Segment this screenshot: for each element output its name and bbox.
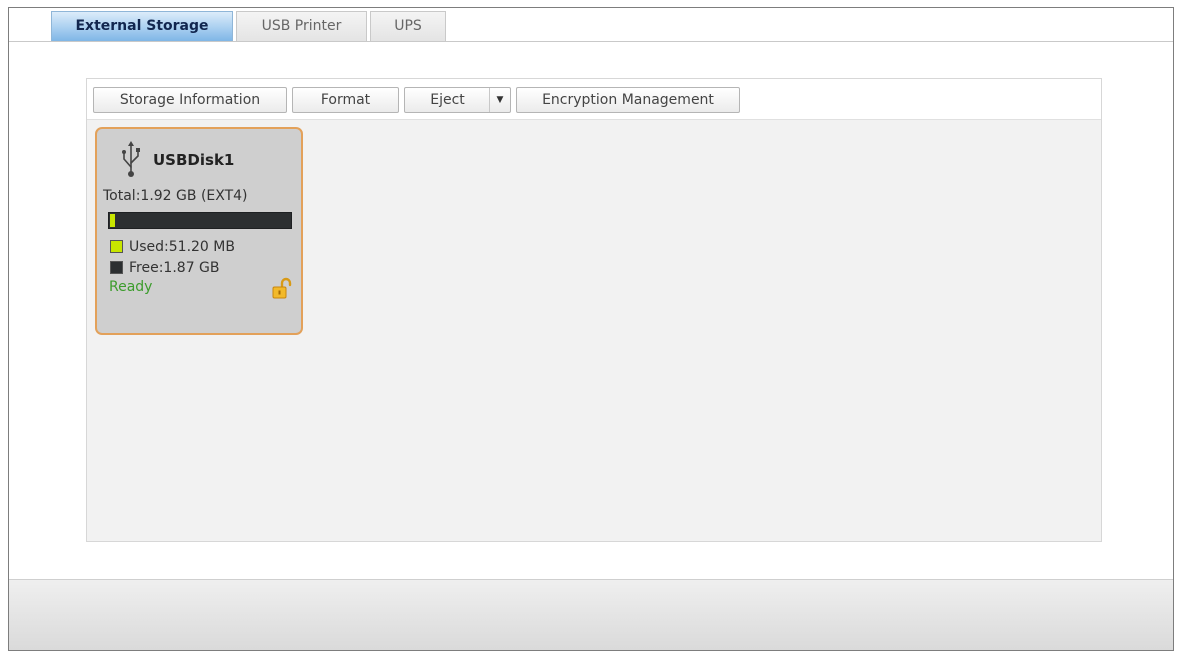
toolbar: Storage Information Format Eject ▼ Encry… xyxy=(87,79,1101,120)
disk-total: Total:1.92 GB (EXT4) xyxy=(103,188,248,204)
used-swatch xyxy=(110,240,123,253)
external-device-window: External Storage USB Printer UPS Storage… xyxy=(8,7,1174,651)
eject-label: Eject xyxy=(430,92,465,108)
usage-bar-used xyxy=(110,214,115,227)
dropdown-arrow-icon[interactable]: ▼ xyxy=(489,88,510,112)
tab-ups[interactable]: UPS xyxy=(370,11,446,41)
usage-bar xyxy=(108,212,292,229)
disk-card[interactable]: USBDisk1 Total:1.92 GB (EXT4) Used:51.20… xyxy=(95,127,303,335)
footer-bar xyxy=(9,579,1173,650)
storage-panel: Storage Information Format Eject ▼ Encry… xyxy=(86,78,1102,542)
unlocked-padlock-icon xyxy=(272,277,292,299)
legend-used: Used:51.20 MB xyxy=(110,238,235,256)
encryption-management-button[interactable]: Encryption Management xyxy=(516,87,740,113)
tab-bar: External Storage USB Printer UPS xyxy=(9,8,1173,42)
disk-name: USBDisk1 xyxy=(153,151,235,169)
used-label: Used:51.20 MB xyxy=(129,239,235,255)
eject-button[interactable]: Eject ▼ xyxy=(404,87,511,113)
tab-usb-printer[interactable]: USB Printer xyxy=(236,11,367,41)
status-text: Ready xyxy=(109,279,153,295)
storage-information-button[interactable]: Storage Information xyxy=(93,87,287,113)
free-label: Free:1.87 GB xyxy=(129,260,220,276)
free-swatch xyxy=(110,261,123,274)
tab-external-storage[interactable]: External Storage xyxy=(51,11,233,41)
usb-icon xyxy=(122,141,140,177)
format-button[interactable]: Format xyxy=(292,87,399,113)
legend-free: Free:1.87 GB xyxy=(110,259,220,277)
